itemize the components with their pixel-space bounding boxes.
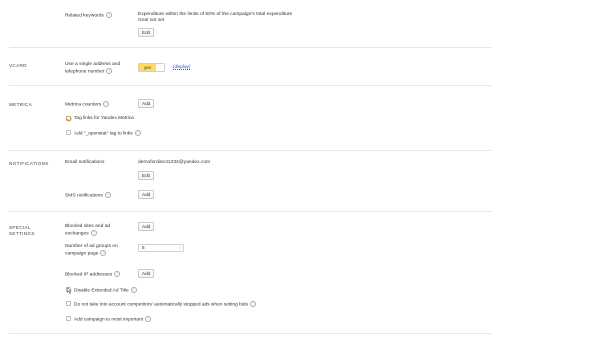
blocked-ip-label: Blocked IP addresses? [65,271,121,278]
ad-groups-value: 5 [142,245,145,250]
divider [9,150,492,151]
related-keywords-edit-button[interactable]: Edit [138,28,154,37]
tag-links-label: Tag links for Yandex.Metrica [74,116,134,121]
help-icon[interactable]: ? [249,301,256,307]
blocked-ip-add-button[interactable]: Add [138,269,155,278]
email-notifications-label: Email notifications [65,160,105,165]
ad-groups-select[interactable]: 5 ↕ [138,244,184,252]
divider [9,47,492,48]
openstat-label: Add "_openstat" tag to links? [74,130,141,137]
vcard-toggle[interactable]: yes [138,63,165,72]
help-icon[interactable]: ? [105,12,112,18]
help-icon[interactable]: ? [134,130,141,136]
disable-extended-title-label: Disable Extended Ad Title? [74,287,137,294]
metrica-counters-label: Metrica counters? [65,101,110,108]
mouse-cursor-icon [67,287,72,294]
help-icon[interactable]: ? [130,287,137,293]
divider [9,211,492,212]
most-important-checkbox[interactable] [66,316,71,321]
tag-links-checkbox[interactable] [66,116,71,121]
most-important-label: Add campaign to most important? [74,316,152,323]
vcard-toggle-yes[interactable]: yes [139,64,156,71]
help-icon[interactable]: ? [103,101,110,107]
vcard-label: Use a single address and telephone numbe… [65,62,121,75]
blocked-sites-label: Blocked sites and ad exchanges? [65,224,111,237]
section-title-notifications: NOTIFICATIONS [9,161,49,166]
metrica-counters-add-button[interactable]: Add [138,99,155,108]
blocked-sites-add-button[interactable]: Add [138,222,155,231]
divider [9,85,492,86]
help-icon[interactable]: ? [145,316,152,322]
openstat-checkbox[interactable] [66,130,71,135]
email-value: demofordirect1234@yandex.com [138,160,211,165]
chevron-updown-icon: ↕ [179,245,181,250]
help-icon[interactable]: ? [106,68,113,75]
help-icon[interactable]: ? [90,230,97,237]
related-keywords-goal: Goal not set [138,18,165,23]
help-icon[interactable]: ? [104,192,111,198]
help-icon[interactable]: ? [114,271,121,277]
section-title-special-settings: SPECIAL SETTINGS [9,225,35,236]
help-icon[interactable]: ? [100,250,107,257]
competitors-label: Do not take into account competitors' au… [74,301,256,308]
sms-notifications-label: SMS notifications? [65,192,111,199]
competitors-checkbox[interactable] [66,301,71,306]
section-title-metrica: METRICA [9,102,33,107]
divider [9,333,492,334]
email-edit-button[interactable]: Edit [138,171,154,180]
ad-groups-label: Number of ad groups on campaign page? [65,244,118,257]
section-title-vcard: VCARD [9,63,27,68]
sms-add-button[interactable]: Add [138,190,155,199]
vcard-display-link[interactable]: (display) [173,64,190,70]
related-keywords-label: Related keywords? [65,12,112,19]
